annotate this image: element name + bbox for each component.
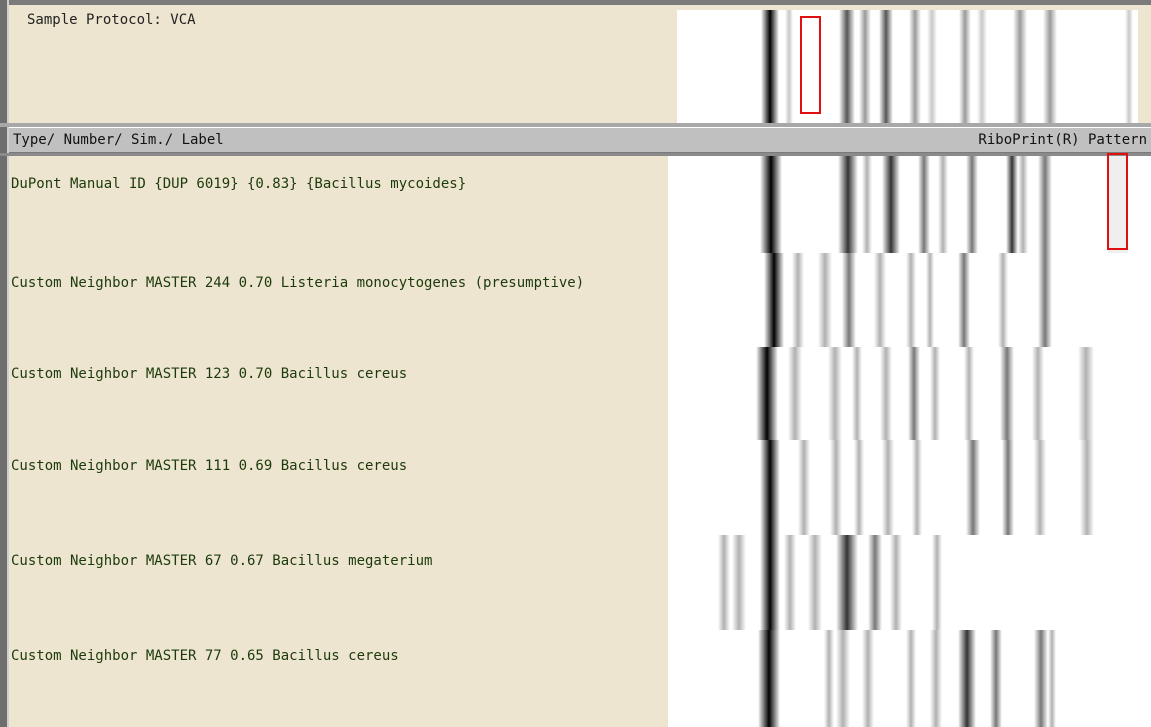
results-list: DuPont Manual ID {DUP 6019} {0.83} {Baci… [9, 153, 1151, 727]
column-header-bar: Type/ Number/ Sim./ Label RiboPrint(R) P… [9, 127, 1151, 153]
list-item-label[interactable]: Custom Neighbor MASTER 67 0.67 Bacillus … [11, 553, 432, 569]
sample-protocol-label: Sample Protocol: VCA [27, 12, 196, 28]
row-riboprint-pattern[interactable] [668, 253, 1151, 347]
sample-riboprint-pattern[interactable] [677, 10, 1138, 125]
list-item-label[interactable]: Custom Neighbor MASTER 123 0.70 Bacillus… [11, 366, 407, 382]
row-riboprint-pattern[interactable] [668, 440, 1151, 535]
list-item-label[interactable]: Custom Neighbor MASTER 111 0.69 Bacillus… [11, 458, 407, 474]
row-band-selection-box[interactable] [1107, 153, 1128, 250]
label-column [9, 156, 668, 727]
window-left-border [0, 0, 7, 727]
column-header-pattern[interactable]: RiboPrint(R) Pattern [978, 132, 1147, 148]
list-item-label[interactable]: Custom Neighbor MASTER 77 0.65 Bacillus … [11, 648, 399, 664]
row-riboprint-pattern[interactable] [668, 156, 1151, 253]
sample-panel: Sample Protocol: VCA [9, 5, 1151, 125]
row-riboprint-pattern[interactable] [668, 347, 1151, 440]
row-riboprint-pattern[interactable] [668, 535, 1151, 630]
riboprint-window: Sample Protocol: VCA Type/ Number/ Sim./… [0, 0, 1151, 727]
list-item-label[interactable]: Custom Neighbor MASTER 244 0.70 Listeria… [11, 275, 584, 291]
sample-pattern-bands [761, 10, 1133, 125]
row-riboprint-pattern[interactable] [668, 630, 1151, 727]
sample-band-selection-box[interactable] [800, 16, 821, 114]
column-header-label[interactable]: Type/ Number/ Sim./ Label [13, 132, 224, 148]
list-item-label[interactable]: DuPont Manual ID {DUP 6019} {0.83} {Baci… [11, 176, 466, 192]
